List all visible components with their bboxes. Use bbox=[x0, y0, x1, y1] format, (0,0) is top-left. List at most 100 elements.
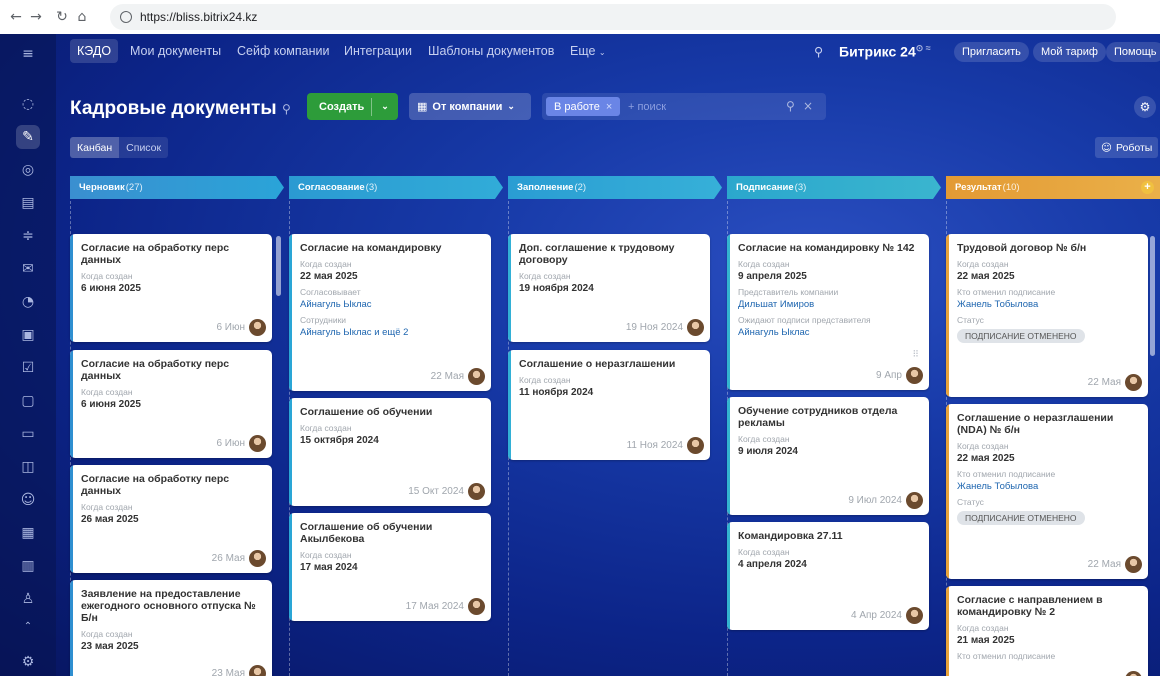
menu-icon[interactable]: ≡ bbox=[16, 42, 40, 66]
tariff-button[interactable]: Мой тариф bbox=[1033, 42, 1106, 62]
avatar[interactable] bbox=[906, 492, 923, 509]
column-header[interactable]: Результат (10) + bbox=[946, 176, 1160, 199]
nav-my-documents[interactable]: Мои документы bbox=[130, 44, 221, 58]
add-icon[interactable]: + bbox=[1141, 181, 1154, 194]
messages-icon[interactable]: ▣ bbox=[16, 323, 40, 347]
avatar[interactable] bbox=[906, 607, 923, 624]
column-header[interactable]: Согласование (3) bbox=[289, 176, 503, 199]
scrollbar[interactable] bbox=[276, 236, 281, 296]
site-info-icon[interactable] bbox=[120, 11, 132, 23]
bot-icon[interactable]: ☺ bbox=[16, 488, 40, 512]
kanban-card[interactable]: Согласие на обработку перс данных Когда с… bbox=[70, 465, 272, 573]
kanban-card[interactable]: Заявление на предоставление ежегодного о… bbox=[70, 580, 272, 676]
kanban-card[interactable]: Согласие на обработку перс данных Когда с… bbox=[70, 234, 272, 342]
card-title[interactable]: Трудовой договор № б/н bbox=[957, 242, 1138, 254]
invite-button[interactable]: Пригласить bbox=[954, 42, 1029, 62]
collapse-icon[interactable]: ⌃ bbox=[16, 614, 40, 638]
card-title[interactable]: Согласие на обработку перс данных bbox=[81, 473, 262, 497]
field-link[interactable]: Айнагуль Ыклас bbox=[738, 327, 919, 338]
home-icon[interactable]: ⌂ bbox=[72, 9, 92, 25]
avatar[interactable] bbox=[687, 319, 704, 336]
filter-icon[interactable]: ≑ bbox=[16, 224, 40, 248]
field-link[interactable]: Дильшат Имиров bbox=[738, 299, 919, 310]
nav-templates[interactable]: Шаблоны документов bbox=[428, 44, 554, 58]
search-icon[interactable]: ⚲ bbox=[786, 99, 795, 113]
drag-handle-icon[interactable]: ⠿ bbox=[912, 349, 919, 360]
kanban-card[interactable]: Соглашение об обучении Акылбекова Когда с… bbox=[289, 513, 491, 621]
card-title[interactable]: Соглашение о неразглашении bbox=[519, 358, 700, 370]
card-title[interactable]: Согласие на обработку перс данных bbox=[81, 242, 262, 266]
avatar[interactable] bbox=[249, 435, 266, 452]
avatar[interactable] bbox=[1125, 556, 1142, 573]
feed-icon[interactable]: ◫ bbox=[16, 455, 40, 479]
drive-icon[interactable]: ▭ bbox=[16, 422, 40, 446]
address-bar[interactable]: https://bliss.bitrix24.kz bbox=[110, 4, 1116, 30]
avatar[interactable] bbox=[1125, 671, 1142, 676]
card-title[interactable]: Согласие на командировку bbox=[300, 242, 481, 254]
kanban-card[interactable]: Соглашение об обучении Когда создан 15 окт… bbox=[289, 398, 491, 506]
field-link[interactable]: Айнагуль Ыклас и ещё 2 bbox=[300, 327, 481, 338]
nav-company-safe[interactable]: Сейф компании bbox=[237, 44, 329, 58]
card-title[interactable]: Соглашение об обучении Акылбекова bbox=[300, 521, 481, 545]
nav-more[interactable]: Еще ⌄ bbox=[570, 44, 606, 58]
scrollbar[interactable] bbox=[1150, 236, 1155, 356]
column-header[interactable]: Черновик (27) bbox=[70, 176, 284, 199]
chevron-down-icon[interactable]: ⌄ bbox=[372, 101, 398, 112]
kanban-card[interactable]: Согласие на командировку Когда создан 22 м… bbox=[289, 234, 491, 391]
filter-search[interactable]: В работе × ⚲ × bbox=[542, 93, 826, 120]
crm-icon[interactable]: ◔ bbox=[16, 290, 40, 314]
kanban-card[interactable]: Обучение сотрудников отдела рекламы Когда… bbox=[727, 397, 929, 515]
documents-icon[interactable]: ✎ bbox=[16, 125, 40, 149]
create-button[interactable]: Создать ⌄ bbox=[307, 93, 398, 120]
forward-icon[interactable]: → bbox=[26, 9, 46, 25]
card-title[interactable]: Доп. соглашение к трудовому договору bbox=[519, 242, 700, 266]
filter-chip[interactable]: В работе × bbox=[546, 97, 621, 116]
robots-button[interactable]: ☺ Роботы bbox=[1095, 137, 1159, 158]
file-icon[interactable]: ▢ bbox=[16, 389, 40, 413]
avatar[interactable] bbox=[906, 367, 923, 384]
mail-icon[interactable]: ✉ bbox=[16, 257, 40, 281]
settings-icon[interactable]: ⚙ bbox=[16, 650, 40, 674]
card-title[interactable]: Согласие на обработку перс данных bbox=[81, 358, 262, 382]
reload-icon[interactable]: ↻ bbox=[52, 9, 72, 25]
avatar[interactable] bbox=[1125, 374, 1142, 391]
card-title[interactable]: Соглашение об обучении bbox=[300, 406, 481, 418]
view-list[interactable]: Список bbox=[119, 137, 169, 158]
checklist-icon[interactable]: ☑ bbox=[16, 356, 40, 380]
schedule-icon[interactable]: ▥ bbox=[16, 554, 40, 578]
field-link[interactable]: Жанель Тобылова bbox=[957, 481, 1138, 492]
search-input[interactable] bbox=[628, 97, 778, 116]
kanban-card[interactable]: Согласие на обработку перс данных Когда с… bbox=[70, 350, 272, 458]
card-title[interactable]: Обучение сотрудников отдела рекламы bbox=[738, 405, 919, 429]
kanban-card[interactable]: Согласие на командировку № 142 Когда созд… bbox=[727, 234, 929, 390]
users-icon[interactable]: ♙ bbox=[16, 587, 40, 611]
avatar[interactable] bbox=[249, 550, 266, 567]
gear-icon[interactable]: ⚙ bbox=[1134, 96, 1156, 118]
avatar[interactable] bbox=[468, 483, 485, 500]
card-title[interactable]: Согласие с направлением в командировку №… bbox=[957, 594, 1138, 618]
tasks-icon[interactable]: ▤ bbox=[16, 191, 40, 215]
view-kanban[interactable]: Канбан bbox=[70, 137, 120, 158]
close-icon[interactable]: × bbox=[606, 101, 612, 113]
column-header[interactable]: Заполнение (2) bbox=[508, 176, 722, 199]
card-title[interactable]: Соглашение о неразглашении (NDA) № б/н bbox=[957, 412, 1138, 436]
field-link[interactable]: Айнагуль Ыклас bbox=[300, 299, 481, 310]
avatar[interactable] bbox=[468, 598, 485, 615]
avatar[interactable] bbox=[687, 437, 704, 454]
card-title[interactable]: Командировка 27.11 bbox=[738, 530, 919, 542]
avatar[interactable] bbox=[249, 665, 266, 676]
help-button[interactable]: Помощь bbox=[1106, 42, 1160, 62]
pin-icon[interactable]: ⚲ bbox=[282, 102, 291, 116]
company-selector[interactable]: ▦ От компании ⌄ bbox=[409, 93, 531, 120]
kanban-card[interactable]: Соглашение о неразглашении Когда создан 11… bbox=[508, 350, 710, 460]
column-header[interactable]: Подписание (3) bbox=[727, 176, 941, 199]
nav-kedo[interactable]: КЭДО bbox=[70, 39, 119, 63]
avatar[interactable] bbox=[249, 319, 266, 336]
activity-icon[interactable]: ◌ bbox=[16, 92, 40, 116]
back-icon[interactable]: ← bbox=[6, 9, 26, 25]
search-icon[interactable]: ⚲ bbox=[814, 44, 823, 59]
close-icon[interactable]: × bbox=[803, 99, 813, 113]
kanban-card[interactable]: Командировка 27.11 Когда создан 4 апреля 2… bbox=[727, 522, 929, 630]
kanban-card[interactable]: Соглашение о неразглашении (NDA) № б/н Ко… bbox=[946, 404, 1148, 579]
nav-integrations[interactable]: Интеграции bbox=[344, 44, 412, 58]
